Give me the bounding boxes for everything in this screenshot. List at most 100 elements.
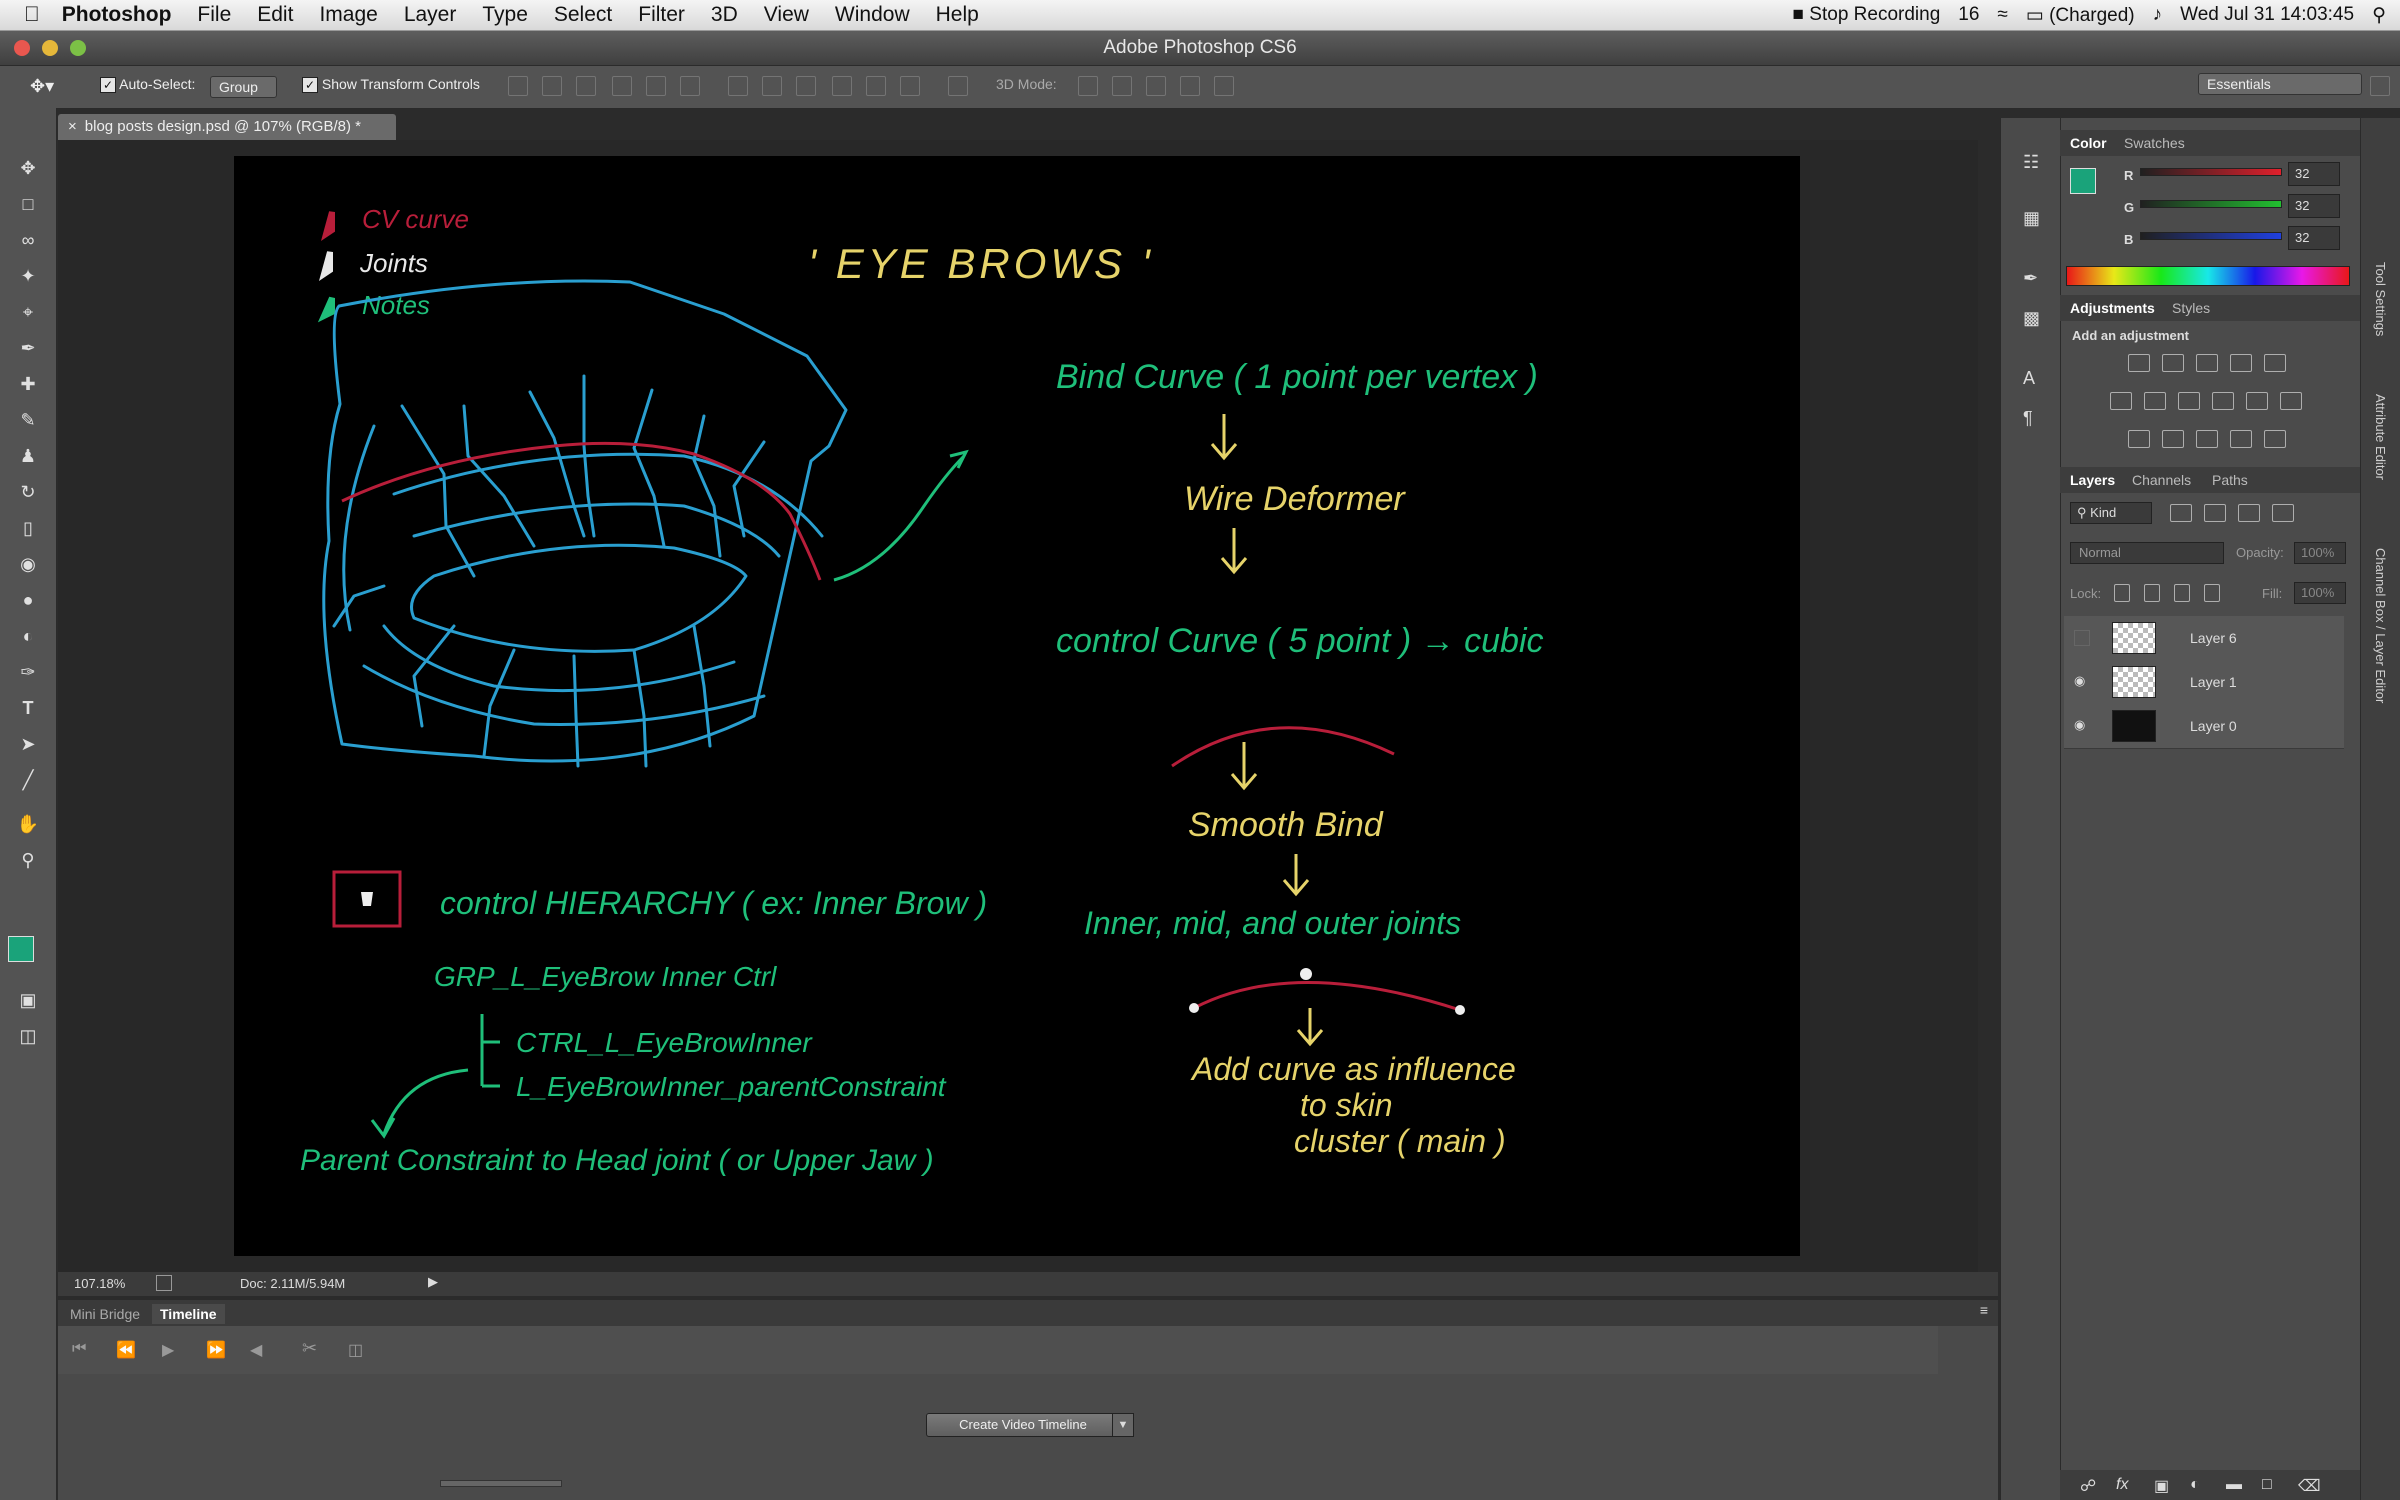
menu-file[interactable]: File: [197, 3, 231, 27]
lock-all-icon[interactable]: [2204, 584, 2220, 602]
distribute-vcenter-icon[interactable]: [762, 76, 782, 96]
layer-style-icon[interactable]: fx: [2116, 1476, 2128, 1494]
paragraph-panel-icon[interactable]: ¶: [2023, 408, 2033, 429]
magic-wand-tool-icon[interactable]: ✦: [14, 262, 42, 290]
brightness-contrast-icon[interactable]: [2128, 354, 2150, 372]
tab-mini-bridge[interactable]: Mini Bridge: [62, 1304, 148, 1324]
quick-mask-icon[interactable]: ▣: [14, 986, 42, 1014]
color-spectrum-ramp[interactable]: [2066, 266, 2350, 286]
scale-3d-icon[interactable]: [1214, 76, 1234, 96]
tab-paths[interactable]: Paths: [2212, 472, 2248, 488]
menu-filter[interactable]: Filter: [638, 3, 685, 27]
slide-3d-icon[interactable]: [1180, 76, 1200, 96]
menu-image[interactable]: Image: [319, 3, 377, 27]
history-panel-icon[interactable]: ☷: [2023, 152, 2039, 173]
menu-edit[interactable]: Edit: [257, 3, 293, 27]
layer-row[interactable]: ◉ Layer 0: [2064, 704, 2344, 749]
tab-adjustments[interactable]: Adjustments: [2070, 300, 2155, 316]
move-tool-icon[interactable]: ✥: [14, 154, 42, 182]
line-tool-icon[interactable]: ╱: [14, 766, 42, 794]
screen-mode-icon[interactable]: ◫: [14, 1022, 42, 1050]
panel-menu-icon[interactable]: ≡: [1980, 1302, 1988, 1318]
status-count[interactable]: 16: [1958, 4, 1979, 26]
posterize-icon[interactable]: [2162, 430, 2184, 448]
drag-3d-icon[interactable]: [1146, 76, 1166, 96]
panel-collapse-icon[interactable]: [2370, 76, 2390, 96]
healing-brush-tool-icon[interactable]: ✚: [14, 370, 42, 398]
close-window-button[interactable]: [14, 40, 30, 56]
blend-mode-dropdown[interactable]: Normal: [2070, 542, 2224, 564]
clock[interactable]: Wed Jul 31 14:03:45: [2180, 4, 2354, 26]
channel-mixer-icon[interactable]: [2246, 392, 2268, 410]
distribute-hcenter-icon[interactable]: [866, 76, 886, 96]
blur-tool-icon[interactable]: ●: [14, 586, 42, 614]
layer-row[interactable]: Layer 6: [2064, 616, 2344, 661]
g-slider[interactable]: [2140, 200, 2282, 208]
r-slider[interactable]: [2140, 168, 2282, 176]
color-lookup-icon[interactable]: [2280, 392, 2302, 410]
menu-3d[interactable]: 3D: [711, 3, 738, 27]
menu-help[interactable]: Help: [936, 3, 979, 27]
color-balance-icon[interactable]: [2144, 392, 2166, 410]
volume-icon[interactable]: ♪: [2153, 4, 2163, 26]
align-left-icon[interactable]: [612, 76, 632, 96]
marquee-tool-icon[interactable]: □: [14, 190, 42, 218]
lock-transparent-icon[interactable]: [2114, 584, 2130, 602]
tab-layers[interactable]: Layers: [2070, 472, 2115, 488]
distribute-bottom-icon[interactable]: [796, 76, 816, 96]
brush-tool-icon[interactable]: ✎: [14, 406, 42, 434]
b-slider[interactable]: [2140, 232, 2282, 240]
levels-icon[interactable]: [2162, 354, 2184, 372]
timeline-dropdown-icon[interactable]: ▼: [1112, 1413, 1134, 1437]
next-frame-icon[interactable]: ⏩: [206, 1340, 226, 1360]
add-mask-icon[interactable]: ▣: [2154, 1476, 2169, 1496]
eye-icon[interactable]: ◉: [2074, 674, 2088, 688]
auto-select-dropdown[interactable]: Group: [210, 76, 277, 98]
align-top-icon[interactable]: [508, 76, 528, 96]
menu-window[interactable]: Window: [835, 3, 910, 27]
paint-bucket-tool-icon[interactable]: ◉: [14, 550, 42, 578]
fill-field[interactable]: 100%: [2294, 582, 2346, 604]
distribute-right-icon[interactable]: [900, 76, 920, 96]
eye-icon[interactable]: ◉: [2074, 718, 2088, 732]
type-tool-icon[interactable]: T: [14, 694, 42, 722]
r-value[interactable]: 32: [2288, 162, 2340, 186]
menu-select[interactable]: Select: [554, 3, 612, 27]
distribute-left-icon[interactable]: [832, 76, 852, 96]
zoom-level[interactable]: 107.18%: [74, 1276, 125, 1291]
stop-recording-item[interactable]: ■ Stop Recording: [1793, 4, 1941, 26]
character-panel-icon[interactable]: A: [2023, 368, 2035, 389]
g-value[interactable]: 32: [2288, 194, 2340, 218]
delete-layer-icon[interactable]: ⌫: [2298, 1476, 2321, 1496]
battery-icon[interactable]: ▭ (Charged): [2026, 4, 2135, 27]
align-vcenter-icon[interactable]: [542, 76, 562, 96]
align-right-icon[interactable]: [680, 76, 700, 96]
layer-row[interactable]: ◉ Layer 1: [2064, 660, 2344, 705]
roll-3d-icon[interactable]: [1112, 76, 1132, 96]
side-tab-attribute-editor[interactable]: Attribute Editor: [2373, 394, 2388, 480]
filter-adjustment-icon[interactable]: [2204, 504, 2226, 522]
selective-color-icon[interactable]: [2264, 430, 2286, 448]
b-value[interactable]: 32: [2288, 226, 2340, 250]
transition-icon[interactable]: ◫: [348, 1340, 363, 1360]
tab-color[interactable]: Color: [2070, 135, 2107, 151]
actions-panel-icon[interactable]: ▦: [2023, 208, 2040, 229]
menu-layer[interactable]: Layer: [404, 3, 457, 27]
transform-controls-checkbox[interactable]: ✓ Show Transform Controls: [302, 76, 480, 96]
play-icon[interactable]: ▶: [162, 1340, 174, 1360]
rotate-3d-icon[interactable]: [1078, 76, 1098, 96]
curves-icon[interactable]: [2196, 354, 2218, 372]
lasso-tool-icon[interactable]: ∞: [14, 226, 42, 254]
zoom-window-button[interactable]: [70, 40, 86, 56]
create-video-timeline-button[interactable]: Create Video Timeline: [926, 1413, 1120, 1437]
threshold-icon[interactable]: [2196, 430, 2218, 448]
clone-stamp-tool-icon[interactable]: ♟: [14, 442, 42, 470]
gradient-map-icon[interactable]: [2230, 430, 2252, 448]
go-to-first-frame-icon[interactable]: ⏮: [72, 1340, 86, 1358]
layer-filter-kind-dropdown[interactable]: ⚲ Kind: [2070, 502, 2152, 524]
tab-styles[interactable]: Styles: [2172, 300, 2210, 316]
color-foreground-swatch[interactable]: [2070, 168, 2096, 194]
tab-swatches[interactable]: Swatches: [2124, 135, 2185, 151]
status-menu-arrow-icon[interactable]: ▶: [428, 1274, 438, 1290]
new-group-icon[interactable]: ▬: [2226, 1476, 2242, 1494]
